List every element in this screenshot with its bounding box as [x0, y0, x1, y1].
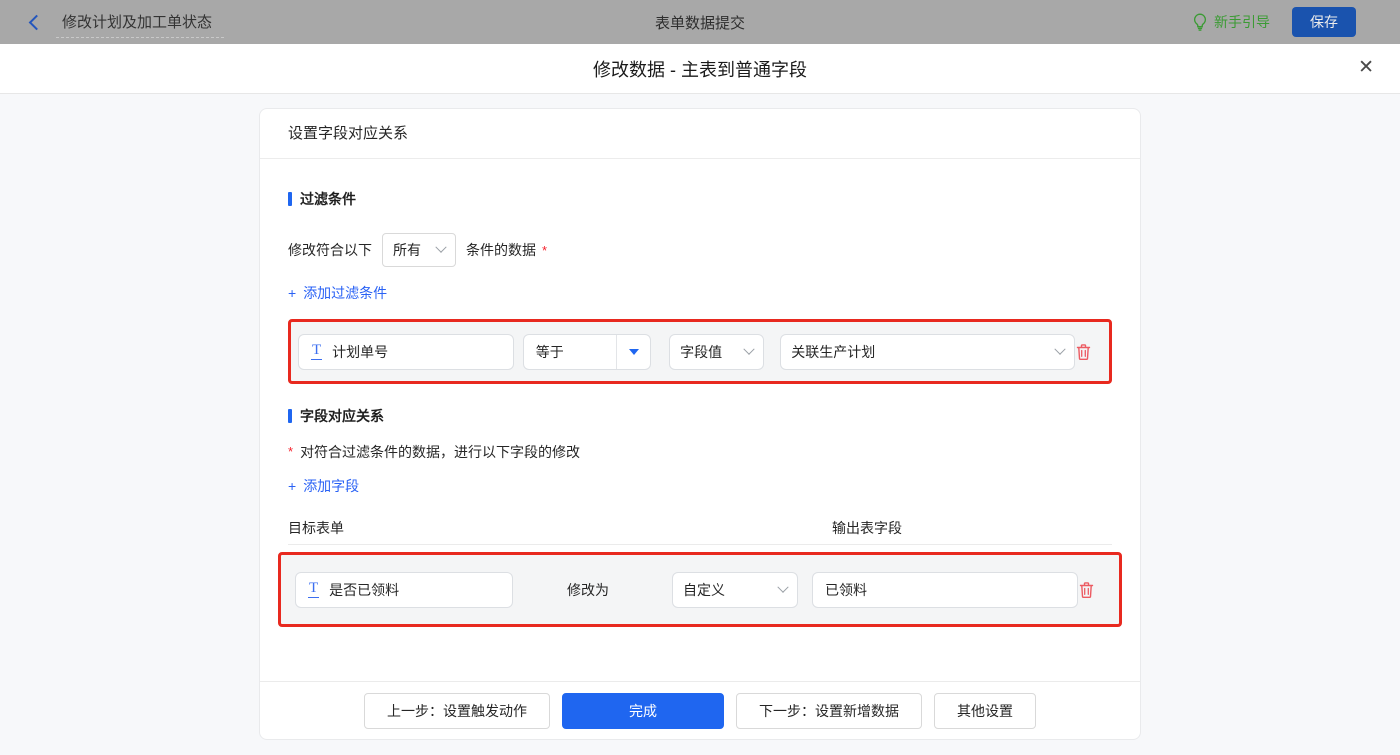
required-asterisk: * [288, 444, 294, 459]
delete-field-button[interactable] [1078, 581, 1095, 599]
section-bar-icon [288, 409, 292, 423]
chevron-down-icon [743, 343, 755, 355]
top-toolbar: 修改计划及加工单状态 表单数据提交 新手引导 保存 [0, 0, 1400, 44]
operator-dropdown-button[interactable] [616, 334, 650, 369]
card-footer: 上一步：设置触发动作 完成 下一步：设置新增数据 其他设置 [260, 681, 1140, 739]
card-content: 过滤条件 修改符合以下 所有 条件的数据 * + 添加过滤条件 T 计划单号 等… [260, 159, 1140, 681]
modal-header: 修改数据 - 主表到普通字段 ✕ [0, 44, 1400, 94]
filter-section-title: 过滤条件 [288, 189, 1112, 209]
match-suffix-label: 条件的数据 [466, 242, 536, 258]
save-button[interactable]: 保存 [1292, 7, 1356, 37]
modify-to-label: 修改为 [567, 581, 609, 598]
plus-icon: + [288, 478, 297, 494]
custom-value-input[interactable]: 已领料 [812, 571, 1078, 608]
flow-title[interactable]: 修改计划及加工单状态 [56, 7, 225, 38]
divider [288, 544, 1112, 545]
value-type-select[interactable]: 字段值 [669, 333, 765, 370]
settings-card: 设置字段对应关系 过滤条件 修改符合以下 所有 条件的数据 * + 添加过滤条件 [259, 108, 1141, 740]
add-filter-condition-link[interactable]: + 添加过滤条件 [288, 283, 387, 303]
value-select[interactable]: 关联生产计划 [780, 333, 1075, 370]
match-prefix-label: 修改符合以下 [288, 242, 372, 258]
trash-icon [1079, 581, 1094, 598]
target-form-column-label: 目标表单 [288, 520, 344, 536]
mapping-section-title: 字段对应关系 [288, 406, 1112, 426]
required-asterisk: * [542, 242, 548, 258]
text-field-icon: T [311, 342, 323, 360]
modal-title: 修改数据 - 主表到普通字段 [593, 59, 807, 80]
output-field-column-label: 输出表字段 [832, 520, 902, 536]
filter-field-input[interactable]: T 计划单号 [298, 333, 514, 370]
column-headers: 目标表单 输出表字段 [288, 518, 1112, 536]
back-chevron-icon [28, 14, 44, 30]
next-step-button[interactable]: 下一步：设置新增数据 [736, 692, 922, 729]
section-bar-icon [288, 192, 292, 206]
chevron-down-icon [1054, 343, 1066, 355]
card-title: 设置字段对应关系 [260, 109, 1140, 159]
lightbulb-icon [1193, 13, 1207, 31]
operator-select[interactable]: 等于 [522, 333, 652, 370]
modal-body: 设置字段对应关系 过滤条件 修改符合以下 所有 条件的数据 * + 添加过滤条件 [0, 94, 1400, 755]
beginner-guide-link[interactable]: 新手引导 [1192, 12, 1270, 32]
back-button[interactable] [20, 8, 48, 36]
plus-icon: + [288, 285, 297, 301]
mapping-description: * 对符合过滤条件的数据，进行以下字段的修改 [288, 444, 581, 460]
triangle-down-icon [628, 348, 639, 355]
chevron-down-icon [435, 241, 447, 253]
other-settings-button[interactable]: 其他设置 [934, 692, 1036, 729]
done-button[interactable]: 完成 [562, 692, 724, 729]
add-field-link[interactable]: + 添加字段 [288, 476, 359, 496]
beginner-guide-label: 新手引导 [1214, 14, 1270, 30]
chevron-down-icon [777, 581, 789, 593]
delete-condition-button[interactable] [1075, 343, 1092, 361]
text-field-icon: T [308, 580, 320, 598]
filter-condition-row: T 计划单号 等于 字段值 关联生产计划 [288, 319, 1112, 384]
value-type-select[interactable]: 自定义 [672, 571, 798, 608]
field-mapping-row: T 是否已领料 修改为 自定义 已领料 [278, 552, 1122, 627]
match-condition-row: 修改符合以下 所有 条件的数据 * [288, 233, 1112, 267]
close-icon[interactable]: ✕ [1358, 58, 1374, 77]
target-field-input[interactable]: T 是否已领料 [295, 571, 513, 608]
trash-icon [1076, 343, 1091, 360]
match-mode-select[interactable]: 所有 [382, 233, 456, 267]
prev-step-button[interactable]: 上一步：设置触发动作 [364, 692, 550, 729]
